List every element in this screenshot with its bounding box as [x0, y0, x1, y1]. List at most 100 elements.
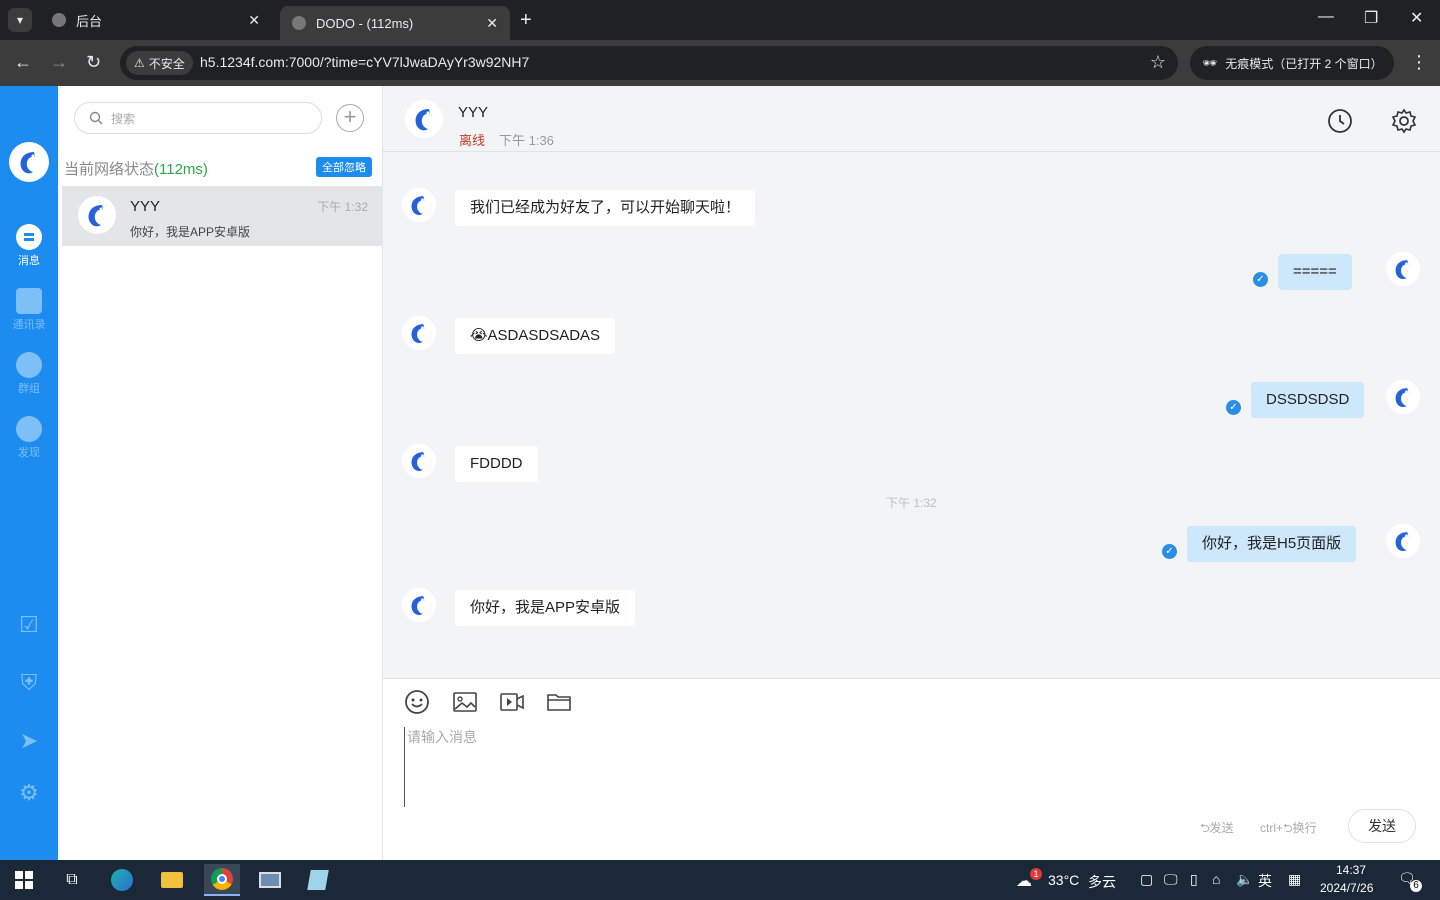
rail-item-contacts[interactable]: 通讯录: [0, 288, 58, 332]
notepad-app-icon[interactable]: [300, 864, 336, 896]
my-avatar[interactable]: [1386, 380, 1420, 414]
browser-tab-dodo[interactable]: DODO - (112ms) ✕: [280, 6, 510, 40]
message-bubble[interactable]: =====: [1278, 254, 1352, 290]
close-icon[interactable]: ✕: [486, 15, 498, 32]
message-row-outgoing: ✓ 你好，我是H5页面版: [383, 524, 1440, 564]
restore-button[interactable]: ❐: [1364, 8, 1378, 28]
edge-browser-icon[interactable]: [104, 864, 140, 896]
folder-icon[interactable]: [546, 689, 572, 715]
sender-avatar[interactable]: [402, 588, 436, 622]
contact-avatar[interactable]: [405, 100, 443, 138]
url-text[interactable]: h5.1234f.com:7000/?time=cYV7lJwaDAyYr3w9…: [200, 54, 529, 70]
weather-temp[interactable]: 33°C: [1048, 872, 1079, 888]
user-avatar[interactable]: [9, 142, 49, 182]
group-icon: [16, 352, 42, 378]
new-tab-button[interactable]: +: [520, 8, 532, 32]
tab-search-button[interactable]: ▾: [8, 8, 32, 32]
search-icon: [89, 111, 103, 125]
image-icon[interactable]: [452, 689, 478, 715]
close-icon[interactable]: ✕: [248, 12, 260, 29]
incognito-icon: 🕶: [1202, 56, 1218, 70]
usb-icon[interactable]: ▯: [1190, 871, 1198, 888]
volume-icon[interactable]: 🔈: [1236, 871, 1253, 888]
bookmark-star-icon[interactable]: ☆: [1150, 52, 1166, 73]
message-input[interactable]: [404, 727, 1404, 807]
conversation-item[interactable]: YYY 下午 1:32 你好，我是APP安卓版: [62, 186, 382, 246]
send-button[interactable]: 发送: [1348, 809, 1416, 843]
shield-icon[interactable]: ⛨: [16, 670, 42, 696]
message-bubble[interactable]: 我们已经成为好友了，可以开始聊天啦！: [455, 190, 756, 226]
chat-app: 消息 通讯录 群组 发现 ☑ ⛨ ➤ ⚙ 搜索 + 当前网络状态(112ms) …: [0, 86, 1440, 860]
rail-item-label: 消息: [18, 255, 40, 267]
message-bubble[interactable]: 你好，我是APP安卓版: [455, 590, 636, 626]
clock-time[interactable]: 14:37: [1336, 863, 1366, 877]
bird-logo-icon: [88, 205, 103, 227]
emoji-icon[interactable]: [404, 689, 430, 715]
remote-desktop-icon[interactable]: [252, 864, 288, 896]
ignore-all-button[interactable]: 全部忽略: [316, 157, 372, 177]
tab-title: DODO - (112ms): [316, 15, 414, 31]
add-button[interactable]: +: [336, 104, 364, 132]
rail-item-label: 发现: [18, 447, 40, 459]
bird-logo-icon: [411, 196, 425, 216]
globe-icon: [292, 16, 306, 30]
browser-tab-backend[interactable]: 后台 ✕: [40, 6, 272, 34]
window-close-button[interactable]: ✕: [1410, 8, 1423, 28]
back-button[interactable]: ←: [14, 52, 32, 72]
browser-toolbar: ← → ↻ ⚠ 不安全 h5.1234f.com:7000/?time=cYV7…: [0, 40, 1440, 86]
network-latency: (112ms): [154, 161, 208, 178]
my-avatar[interactable]: [1386, 524, 1420, 558]
rail-item-label: 群组: [18, 383, 40, 395]
show-desktop-icon[interactable]: ▢: [1140, 871, 1153, 888]
gear-icon[interactable]: [1391, 108, 1417, 134]
message-bubble[interactable]: 你好，我是H5页面版: [1187, 526, 1357, 562]
minimize-button[interactable]: —: [1318, 8, 1334, 26]
rail-item-messages[interactable]: 消息: [0, 224, 58, 268]
warning-icon: ⚠: [134, 56, 145, 70]
weather-description[interactable]: 多云: [1088, 872, 1116, 892]
rail-item-groups[interactable]: 群组: [0, 352, 58, 396]
incognito-indicator[interactable]: 🕶 无痕模式（已打开 2 个窗口）: [1190, 46, 1394, 80]
task-view-icon[interactable]: ⧉: [54, 864, 90, 896]
send-shortcut-hint: ⮌发送: [1200, 821, 1234, 835]
message-bubble[interactable]: DSSDSDSD: [1251, 382, 1365, 418]
message-bubble[interactable]: FDDDD: [455, 446, 538, 482]
clock-date[interactable]: 2024/7/26: [1320, 881, 1373, 895]
keyboard-grid-icon[interactable]: ▦: [1288, 871, 1301, 888]
bird-logo-icon: [13, 146, 45, 178]
sender-avatar[interactable]: [402, 188, 436, 222]
read-check-icon: ✓: [1226, 400, 1241, 415]
rail-item-discover[interactable]: 发现: [0, 416, 58, 460]
calendar-check-icon[interactable]: ☑: [16, 612, 42, 638]
browser-menu-button[interactable]: ⋮: [1410, 52, 1428, 73]
read-check-icon: ✓: [1162, 544, 1177, 559]
ime-language[interactable]: 英: [1258, 871, 1272, 891]
forward-button[interactable]: →: [50, 52, 68, 72]
message-bubble[interactable]: 😭ASDASDSADAS: [455, 318, 616, 354]
file-explorer-icon[interactable]: [154, 864, 190, 896]
video-icon[interactable]: [499, 689, 525, 715]
sender-avatar[interactable]: [402, 444, 436, 478]
message-time-divider: 下午 1:32: [886, 496, 937, 510]
chrome-browser-icon[interactable]: [204, 864, 240, 896]
security-label: 不安全: [148, 56, 185, 71]
network-icon[interactable]: ⌂: [1212, 871, 1220, 887]
bird-logo-icon: [415, 109, 430, 131]
weather-alert-badge: 1: [1030, 868, 1042, 880]
sender-avatar[interactable]: [402, 316, 436, 350]
history-clock-icon[interactable]: [1327, 108, 1353, 134]
search-input[interactable]: 搜索: [74, 102, 322, 134]
address-bar[interactable]: ⚠ 不安全 h5.1234f.com:7000/?time=cYV7lJwaDA…: [120, 46, 1178, 80]
windows-logo-icon: [15, 871, 33, 889]
telegram-send-icon[interactable]: ➤: [16, 728, 42, 754]
notification-count-badge: 6: [1410, 880, 1422, 892]
my-avatar[interactable]: [1386, 252, 1420, 286]
security-chip[interactable]: ⚠ 不安全: [126, 51, 193, 75]
last-seen-time: 下午 1:36: [499, 133, 554, 148]
gear-icon[interactable]: ⚙: [16, 780, 42, 806]
start-button[interactable]: [6, 864, 42, 896]
display-icon[interactable]: 🖵: [1164, 871, 1178, 888]
network-status: 当前网络状态(112ms): [64, 158, 208, 179]
reload-button[interactable]: ↻: [86, 52, 101, 72]
browser-titlebar: ▾ 后台 ✕ DODO - (112ms) ✕ + — ❐ ✕: [0, 0, 1440, 40]
